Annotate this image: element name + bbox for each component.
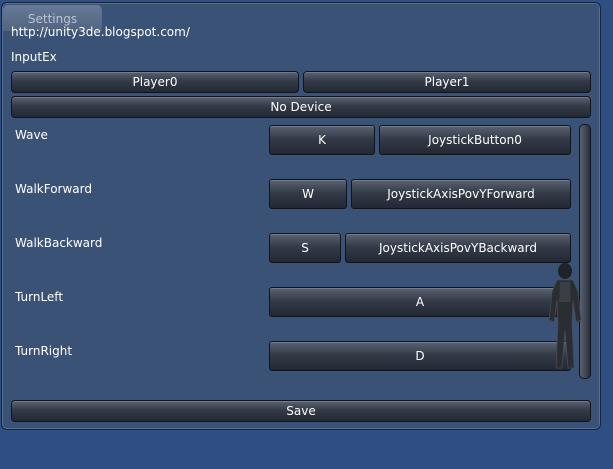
player1-button[interactable]: Player1 (303, 71, 591, 93)
action-label: TurnRight (15, 344, 73, 358)
action-label: WalkBackward (15, 236, 103, 250)
key-button[interactable]: S (269, 233, 341, 263)
url-label: http://unity3de.blogspot.com/ (11, 25, 190, 39)
action-label: WalkForward (15, 182, 92, 196)
key-button[interactable]: D (269, 341, 571, 371)
action-label: TurnLeft (15, 290, 64, 304)
device-button[interactable]: No Device (11, 96, 591, 118)
character-figure-image (548, 263, 582, 369)
joystick-button[interactable]: JoystickButton0 (379, 125, 571, 155)
action-label: Wave (15, 128, 48, 142)
save-button[interactable]: Save (11, 400, 591, 422)
key-button[interactable]: A (269, 287, 571, 317)
key-button[interactable]: W (269, 179, 347, 209)
key-button[interactable]: K (269, 125, 375, 155)
player0-button[interactable]: Player0 (11, 71, 299, 93)
joystick-button[interactable]: JoystickAxisPovYForward (351, 179, 571, 209)
section-title: InputEx (11, 50, 57, 64)
joystick-button[interactable]: JoystickAxisPovYBackward (345, 233, 571, 263)
settings-window: Settings http://unity3de.blogspot.com/ I… (1, 2, 601, 430)
